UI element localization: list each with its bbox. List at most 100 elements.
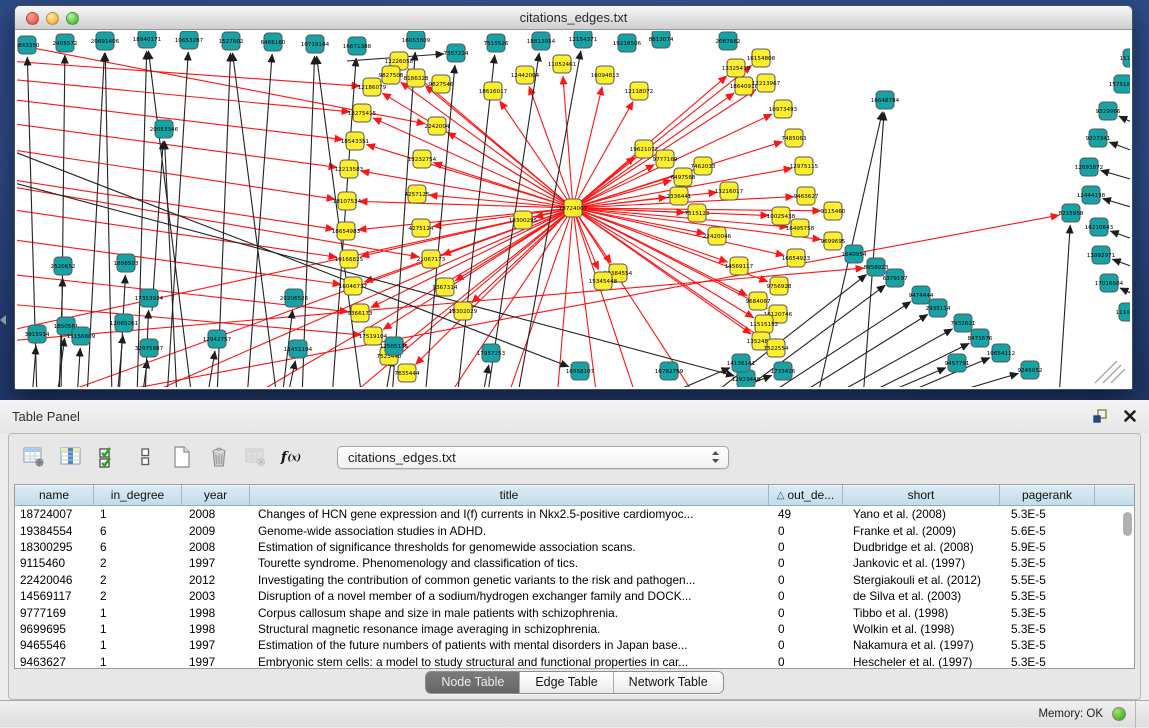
graph-node-label: 8471676	[968, 336, 993, 342]
table-row[interactable]: 2242004622012Investigating the contribut…	[15, 572, 1134, 588]
table-row[interactable]: 1830029562008Estimation of significance …	[15, 539, 1134, 555]
graph-edge	[287, 361, 295, 387]
window-titlebar[interactable]: citations_edges.txt	[15, 6, 1132, 30]
graph-edge	[447, 208, 573, 387]
table-cell: Hescheler et al. (1997)	[848, 655, 1006, 669]
graph-node-label: 10654112	[987, 351, 1015, 357]
graph-edge	[892, 358, 990, 387]
table-cell: 5.3E-5	[1006, 606, 1102, 620]
graph-node-label: 12213967	[752, 81, 781, 87]
zoom-window-button[interactable]	[66, 12, 79, 25]
graph-node-label: 12065261	[110, 321, 139, 327]
table-cell: 5.3E-5	[1006, 655, 1102, 669]
column-header-name[interactable]: name	[15, 485, 94, 505]
graph-edge	[373, 118, 573, 208]
table-panel-header: Table Panel	[0, 400, 1149, 433]
table-cell: 14569117	[15, 589, 95, 603]
network-graph[interactable]: 1843350240557220691406189401711065328715…	[17, 31, 1130, 387]
table-row[interactable]: 911546021997Tourette syndrome. Phenomeno…	[15, 555, 1134, 571]
table-cell: 9463627	[15, 655, 95, 669]
table-row[interactable]: 946554611997Estimation of the future num…	[15, 637, 1134, 653]
graph-node-label: 18940171	[133, 37, 162, 43]
traffic-lights	[26, 12, 79, 25]
table-type-tabs: Node TableEdge TableNetwork Table	[425, 671, 723, 694]
table-row[interactable]: 946362711997Embryonic stem cells: a mode…	[15, 654, 1134, 669]
graph-node-label: 9366173	[348, 311, 373, 317]
close-window-button[interactable]	[26, 12, 39, 25]
network-canvas[interactable]: 1843350240557220691406189401711065328715…	[17, 31, 1130, 387]
graph-node-label: 1116753	[1116, 310, 1130, 316]
graph-node-label: 12942757	[203, 337, 232, 343]
column-header-pagerank[interactable]: pagerank	[1000, 485, 1095, 505]
graph-node-label: 20053346	[150, 127, 179, 133]
graph-node-label: 2520652	[51, 264, 76, 270]
graph-node-label: 7515123	[685, 211, 710, 217]
table-cell: 1997	[184, 556, 253, 570]
splitter-collapse-handle[interactable]	[0, 315, 6, 325]
table-cell: Tourette syndrome. Phenomenology and cla…	[253, 556, 773, 570]
tab-node-table[interactable]: Node Table	[426, 672, 520, 693]
new-table-icon[interactable]	[169, 444, 195, 470]
table-cell: 5.5E-5	[1006, 573, 1102, 587]
graph-node-label: 7357224	[444, 51, 469, 57]
graph-node-label: 1843350	[17, 43, 40, 49]
graph-node-label: 18302029	[449, 309, 478, 315]
minimize-window-button[interactable]	[46, 12, 59, 25]
graph-node-label: 2336441	[667, 194, 692, 200]
table-row[interactable]: 1938455462009Genome-wide association stu…	[15, 522, 1134, 538]
column-chooser-icon[interactable]	[132, 444, 158, 470]
table-cell: Jankovic et al. (1997)	[848, 556, 1006, 570]
table-cell: 5.3E-5	[1006, 507, 1102, 521]
graph-node-label: 2405572	[53, 41, 78, 47]
table-cell: 18300295	[15, 540, 95, 554]
table-selector-dropdown[interactable]: citations_edges.txt	[337, 446, 729, 469]
graph-node-label: 4257125	[405, 192, 430, 198]
graph-node-label: 8813074	[649, 37, 674, 43]
table-cell: 5.3E-5	[1006, 556, 1102, 570]
graph-node-label: 20206526	[280, 296, 309, 302]
memory-status-label: Memory: OK	[1038, 708, 1103, 720]
column-header-out-de-[interactable]: △out_de...	[769, 485, 843, 505]
delete-table-icon[interactable]	[206, 444, 232, 470]
graph-node-label: 12226058	[385, 59, 414, 65]
select-all-icon[interactable]	[95, 444, 121, 470]
table-cell: 22420046	[15, 573, 95, 587]
graph-node-label: 11052461	[548, 62, 577, 68]
graph-node-label: 7485063	[782, 136, 807, 142]
table-cell: 1997	[184, 655, 253, 669]
graph-node-label: 9245052	[1018, 368, 1043, 374]
table-row[interactable]: 977716911998Corpus callosum shape and si…	[15, 604, 1134, 620]
graph-node-label: 8215958	[1059, 211, 1084, 217]
graph-node-label: 1640954	[842, 252, 867, 258]
graph-node-label: 10653287	[175, 38, 204, 44]
table-cell: 0	[773, 540, 848, 554]
table-cell: 2	[95, 573, 184, 587]
column-header-year[interactable]: year	[182, 485, 250, 505]
close-panel-icon[interactable]	[1121, 407, 1139, 425]
show-columns-icon[interactable]	[58, 444, 84, 470]
graph-node-label: 20691406	[91, 39, 120, 45]
column-header-title[interactable]: title	[250, 485, 769, 505]
tab-edge-table[interactable]: Edge Table	[520, 672, 613, 693]
graph-node-label: 18654983	[332, 229, 361, 235]
graph-edge	[167, 52, 188, 387]
table-cell: 5.6E-5	[1006, 524, 1102, 538]
column-header-in-degree[interactable]: in_degree	[94, 485, 182, 505]
graph-edge	[77, 348, 80, 387]
column-header-short[interactable]: short	[843, 485, 1000, 505]
table-mode-icon[interactable]	[21, 444, 47, 470]
table-cell: 5.3E-5	[1006, 589, 1102, 603]
memory-status-indicator[interactable]	[1112, 707, 1126, 721]
table-row[interactable]: 969969511998Structural magnetic resonanc…	[15, 621, 1134, 637]
table-row[interactable]: 1872400712008Changes of HCN gene express…	[15, 506, 1134, 522]
graph-node-label: 9827508	[379, 73, 404, 79]
table-cell: Estimation of significance thresholds fo…	[253, 540, 773, 554]
graph-edge	[17, 149, 335, 199]
table-scrollbar[interactable]	[1123, 509, 1132, 669]
float-panel-icon[interactable]	[1091, 407, 1109, 425]
scrollbar-thumb[interactable]	[1123, 512, 1132, 536]
table-row[interactable]: 1456911722003Disruption of a novel membe…	[15, 588, 1134, 604]
function-builder-icon[interactable]: f (x)	[280, 444, 306, 470]
tab-network-table[interactable]: Network Table	[614, 672, 723, 693]
resize-grip[interactable]	[1095, 361, 1125, 383]
